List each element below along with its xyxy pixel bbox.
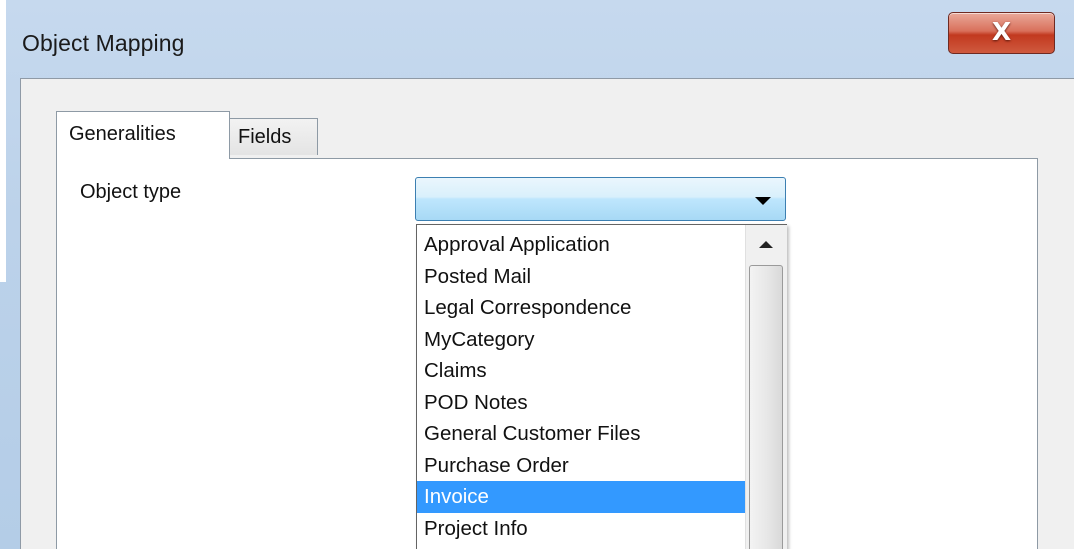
list-item-pod-notes[interactable]: POD Notes [417, 387, 745, 419]
object-type-combobox[interactable] [415, 177, 786, 221]
title-bar[interactable]: Object Mapping X [0, 0, 1074, 78]
chevron-down-icon[interactable] [755, 197, 771, 205]
tab-fields[interactable]: Fields [229, 118, 318, 155]
tab-generalities[interactable]: Generalities [56, 111, 230, 159]
list-item-claims[interactable]: Claims [417, 355, 745, 387]
list-item-mycategory[interactable]: MyCategory [417, 324, 745, 356]
list-item-invoice[interactable]: Invoice [417, 481, 745, 513]
list-item-purchase-order[interactable]: Purchase Order [417, 450, 745, 482]
dropdown-scrollbar[interactable] [745, 225, 787, 549]
scrollbar-thumb[interactable] [749, 265, 783, 549]
window-title: Object Mapping [22, 30, 185, 56]
tab-generalities-label: Generalities [69, 123, 176, 145]
chevron-up-icon [759, 241, 773, 248]
object-type-label: Object type [80, 181, 182, 203]
scroll-up-button[interactable] [746, 225, 787, 263]
list-item-project-info[interactable]: Project Info [417, 513, 745, 545]
dialog-window: Object Mapping X Generalities Fields Obj… [0, 0, 1074, 549]
close-button[interactable]: X [948, 12, 1055, 54]
tab-fields-label: Fields [238, 126, 292, 148]
list-item-approval-application[interactable]: Approval Application [417, 229, 745, 261]
list-item-general-customer-files[interactable]: General Customer Files [417, 418, 745, 450]
list-item-legal-correspondence[interactable]: Legal Correspondence [417, 292, 745, 324]
object-type-dropdown-list[interactable]: Approval Application Posted Mail Legal C… [416, 224, 787, 549]
dropdown-items: Approval Application Posted Mail Legal C… [417, 229, 745, 544]
close-icon: X [991, 17, 1012, 46]
list-item-posted-mail[interactable]: Posted Mail [417, 261, 745, 293]
